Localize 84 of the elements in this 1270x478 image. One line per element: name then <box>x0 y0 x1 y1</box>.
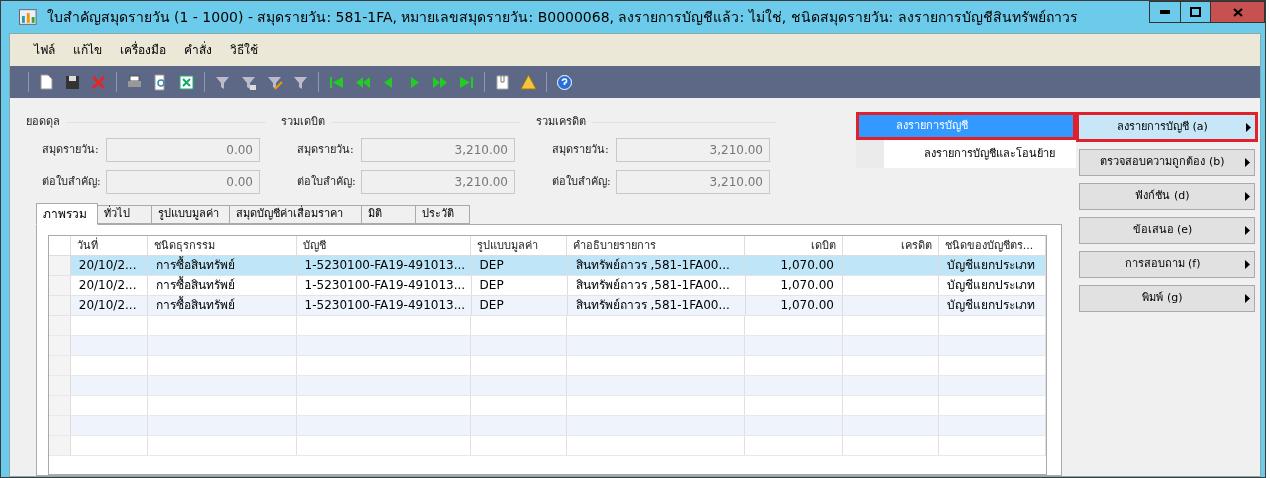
minimize-button[interactable] <box>1149 1 1181 23</box>
column-header[interactable]: คำอธิบายรายการ <box>566 236 746 255</box>
table-cell: 1-5230100-FA19-491013... <box>296 256 472 275</box>
column-header[interactable]: ชนิดธุรกรรม <box>148 236 297 255</box>
caret-icon <box>1246 122 1251 132</box>
column-header[interactable]: วันที่ <box>70 236 149 255</box>
table-row[interactable]: 20/10/2... การซื้อสินทรัพย์ 1-5230100-FA19-491013... DEP สินทรัพย์ถาวร ,581-1FA00... 1,070.00 บัญชีแยกประเภท <box>49 256 1046 276</box>
table-cell: 20/10/2... <box>70 296 149 315</box>
column-header[interactable]: รูปแบบมูลค่า <box>470 236 567 255</box>
table-cell: 20/10/2... <box>70 276 149 295</box>
table-row[interactable]: 20/10/2... การซื้อสินทรัพย์ 1-5230100-FA19-491013... DEP สินทรัพย์ถาวร ,581-1FA00... 1,070.00 บัญชีแยกประเภท <box>49 296 1046 316</box>
spreadsheet-icon[interactable] <box>178 73 195 91</box>
help-icon[interactable] <box>556 73 573 91</box>
field-label: สมุดรายวัน: <box>41 141 100 158</box>
number-field: 0.00 <box>106 138 260 162</box>
group-title: รวมเดบิต <box>281 113 325 130</box>
maximize-icon <box>1190 7 1201 17</box>
group-title: รวมเครดิต <box>536 113 586 130</box>
menu-button[interactable]: ลงรายการบัญชี (a) <box>1076 112 1258 142</box>
table-cell: สินทรัพย์ถาวร ,581-1FA00... <box>567 296 746 315</box>
field-label: ต่อใบสำคัญ: <box>296 173 357 190</box>
menu-button[interactable]: พิมพ์ (g) <box>1079 285 1255 312</box>
field-label: ต่อใบสำคัญ: <box>551 173 612 190</box>
tab[interactable]: ภาพรวม <box>36 203 98 225</box>
caret-icon <box>1245 294 1250 303</box>
close-icon <box>1232 7 1243 17</box>
tab[interactable]: รูปแบบมูลค่า <box>152 205 230 224</box>
window-title: ใบสำคัญสมุดรายวัน (1 - 1000) - สมุดรายวัน: 581-1FA, หมายเลขสมุดรายวัน: B0000068, ลงรายการบัญชีแล้ว: ไม่ใช่, ชนิดสมุดรายวัน: ลงรายการบัญชีสินทรัพย์ถาวร <box>46 7 1079 28</box>
number-field: 0.00 <box>106 170 260 194</box>
table-cell: สินทรัพย์ถาวร ,581-1FA00... <box>567 256 746 275</box>
delete-icon[interactable] <box>90 73 107 91</box>
new-document-icon[interactable] <box>38 73 55 91</box>
table-cell: 1-5230100-FA19-491013... <box>296 296 472 315</box>
column-header[interactable]: ชนิดของบัญชีตร... <box>938 236 1046 255</box>
table-cell: บัญชีแยกประเภท <box>939 256 1046 275</box>
number-field: 3,210.00 <box>616 170 770 194</box>
menu-item[interactable]: วิธีใช้ <box>230 41 258 59</box>
field-label: สมุดรายวัน: <box>551 141 610 158</box>
number-field: 3,210.00 <box>361 170 515 194</box>
app-icon <box>19 9 37 25</box>
menu-button[interactable]: การสอบถาม (f) <box>1079 251 1255 278</box>
tab[interactable]: สมุดบัญชีค่าเสื่อมราคา <box>230 205 362 224</box>
table-cell: DEP <box>471 296 568 315</box>
table-cell: 1,070.00 <box>745 276 843 295</box>
group-title: ยอดดุล <box>26 113 60 130</box>
column-header[interactable]: เดบิต <box>745 236 843 255</box>
table-cell: 20/10/2... <box>70 256 149 275</box>
field-label: ต่อใบสำคัญ: <box>41 173 102 190</box>
table-cell: DEP <box>471 256 568 275</box>
table-cell: 1,070.00 <box>745 256 843 275</box>
caret-icon <box>1245 260 1250 269</box>
table-cell: การซื้อสินทรัพย์ <box>148 296 297 315</box>
menu-item[interactable]: ไฟล์ <box>34 41 55 59</box>
table-cell: สินทรัพย์ถาวร ,581-1FA00... <box>567 276 746 295</box>
table-cell: บัญชีแยกประเภท <box>939 296 1046 315</box>
caret-icon <box>1245 192 1250 201</box>
tab[interactable]: มิติ <box>362 205 416 224</box>
alert-icon[interactable] <box>520 73 537 91</box>
tab[interactable]: ประวัติ <box>416 205 470 224</box>
menu-item[interactable]: คำสั่ง <box>184 41 212 59</box>
save-icon[interactable] <box>64 73 81 91</box>
close-button[interactable] <box>1211 1 1265 23</box>
minimize-icon <box>1160 10 1170 14</box>
column-header[interactable]: บัญชี <box>297 236 471 255</box>
table-cell: บัญชีแยกประเภท <box>939 276 1046 295</box>
field-label: สมุดรายวัน: <box>296 141 355 158</box>
caret-icon <box>1245 158 1250 167</box>
menu-button[interactable]: ฟังก์ชัน (d) <box>1079 183 1255 210</box>
menu-item[interactable]: แก้ไข <box>73 41 102 59</box>
tab[interactable]: ทั่วไป <box>98 205 152 224</box>
table-cell: 1-5230100-FA19-491013... <box>296 276 472 295</box>
column-header[interactable]: เครดิต <box>842 236 939 255</box>
table-cell: การซื้อสินทรัพย์ <box>148 276 297 295</box>
table-cell: 1,070.00 <box>745 296 843 315</box>
table-cell: การซื้อสินทรัพย์ <box>148 256 297 275</box>
attachment-icon[interactable] <box>494 73 511 91</box>
number-field: 3,210.00 <box>616 138 770 162</box>
table-cell: DEP <box>471 276 568 295</box>
number-field: 3,210.00 <box>361 138 515 162</box>
menu-button[interactable]: ข้อเสนอ (e) <box>1079 217 1255 244</box>
menu-item[interactable]: เครื่องมือ <box>120 41 166 59</box>
table-row[interactable]: 20/10/2... การซื้อสินทรัพย์ 1-5230100-FA19-491013... DEP สินทรัพย์ถาวร ,581-1FA00... 1,070.00 บัญชีแยกประเภท <box>49 276 1046 296</box>
menu-button[interactable]: ตรวจสอบความถูกต้อง (b) <box>1079 149 1255 176</box>
caret-icon <box>1245 226 1250 235</box>
